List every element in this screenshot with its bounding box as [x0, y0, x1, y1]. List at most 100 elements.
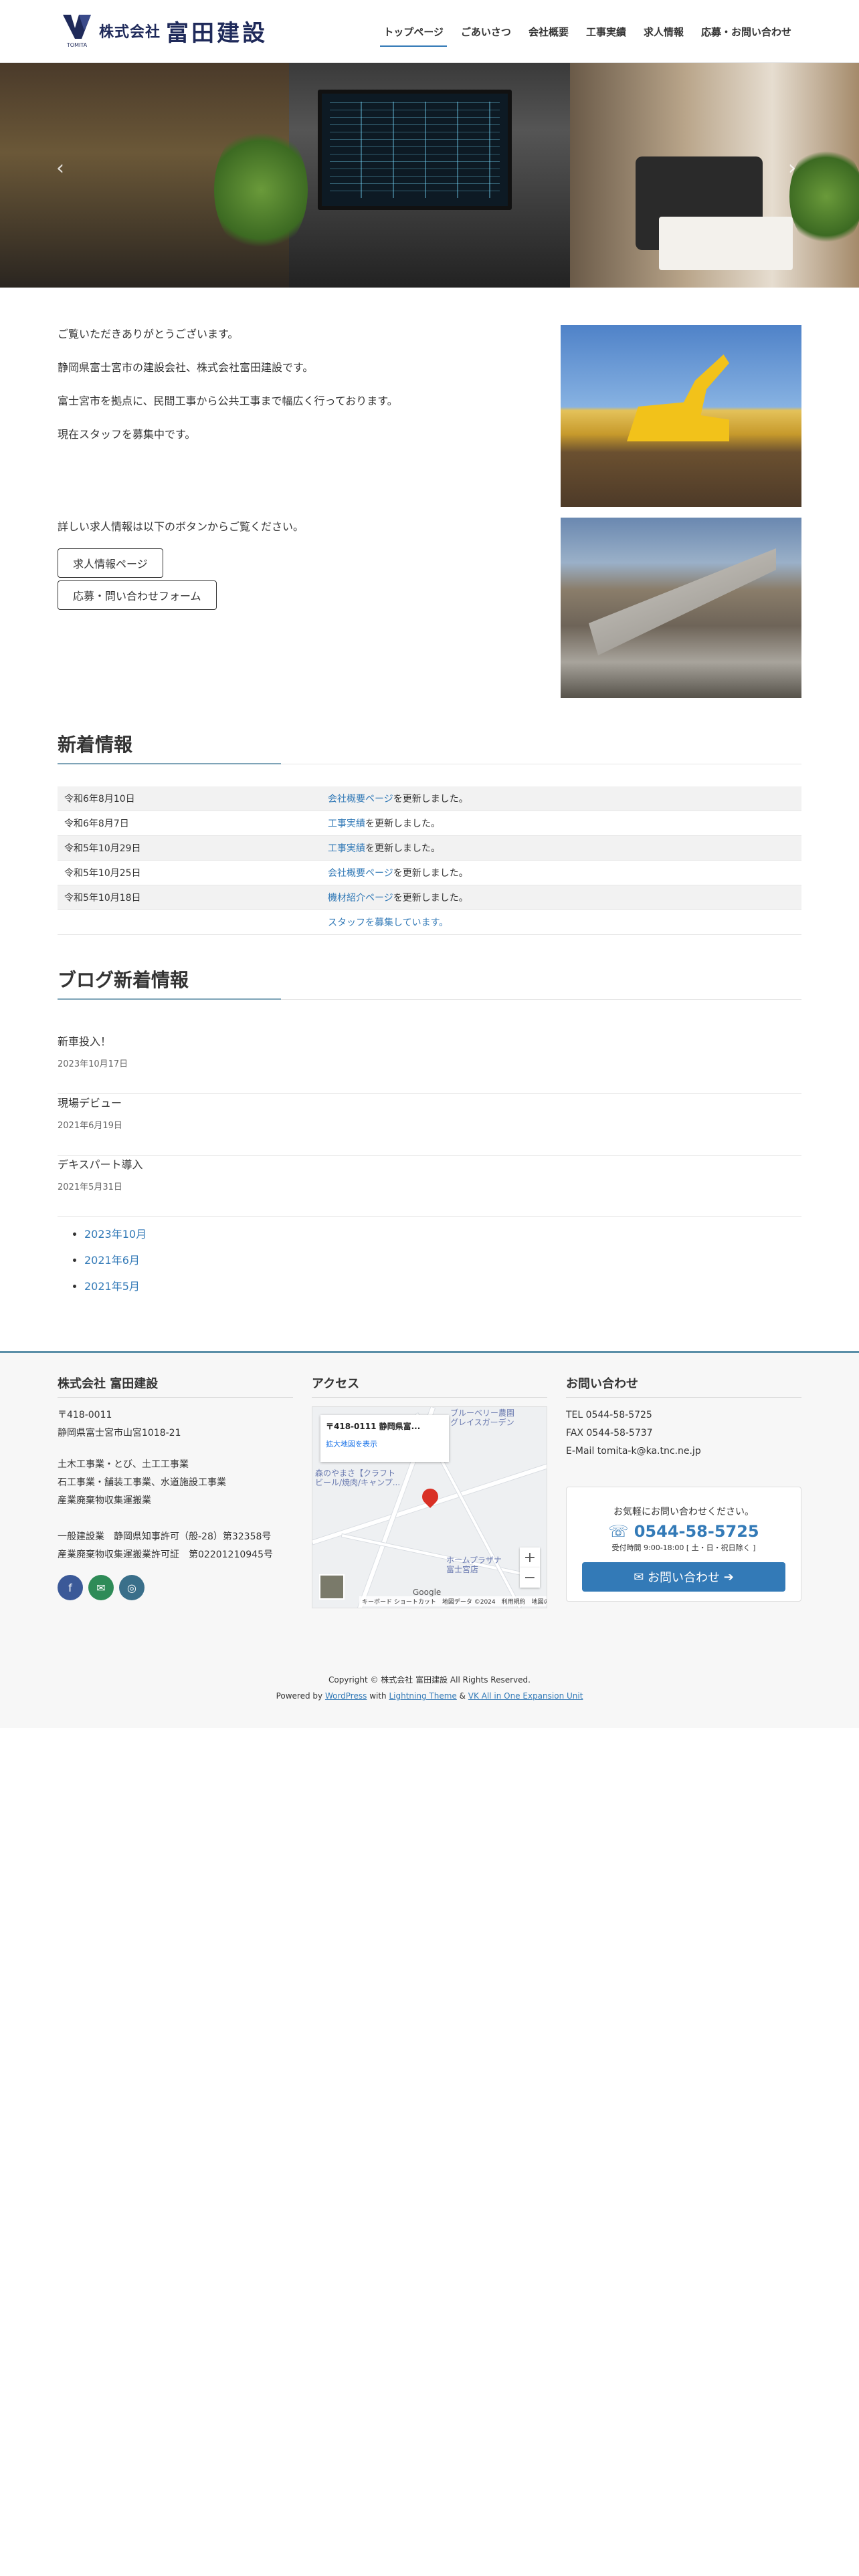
mail-icon[interactable]: ✉ — [88, 1575, 114, 1600]
blog-post-title[interactable]: 新車投入！ — [58, 1033, 111, 1049]
map-google-logo: Google — [413, 1588, 441, 1597]
nav-item-works[interactable]: 工事実績 — [577, 0, 635, 63]
map-place-label: 森のやまさ【クラフト ビール/焼肉/キャンプ... — [315, 1469, 400, 1487]
news-text: を更新しました。 — [393, 893, 468, 903]
zoom-out-icon[interactable]: − — [520, 1568, 540, 1588]
contact-button-label: お問い合わせ — [648, 1568, 720, 1586]
cta-hours: 受付時間 9:00-18:00 [ 土・日・祝日除く ] — [567, 1542, 801, 1553]
contact-cta-box: お気軽にお問い合わせください。 ☏ 0544-58-5725 受付時間 9:00… — [566, 1487, 801, 1602]
map-place-label: ブルーベリー農園 グレイスガーデン — [450, 1408, 514, 1427]
news-date: 令和5年10月25日 — [58, 866, 328, 879]
logo-text-small: 株式会社 — [99, 20, 161, 41]
intro-paragraph: 現在スタッフを募集中です。 — [58, 427, 526, 443]
blog-post-date: 2023年10月17日 — [58, 1057, 128, 1069]
news-link[interactable]: 機材紹介ページ — [328, 893, 393, 903]
news-text: を更新しました。 — [393, 794, 468, 804]
table-image — [659, 217, 793, 270]
blog-archive-list: 2023年10月 2021年6月 2021年5月 — [84, 1221, 147, 1299]
intro-paragraph: 静岡県富士宮市の建設会社、株式会社富田建設です。 — [58, 360, 526, 376]
news-row: 令和6年8月10日 会社概要ページを更新しました。 — [58, 786, 801, 811]
zoom-in-icon[interactable]: + — [520, 1547, 540, 1568]
nav-item-greeting[interactable]: ごあいさつ — [452, 0, 520, 63]
contact-button[interactable]: ✉ お問い合わせ ➔ — [582, 1562, 785, 1592]
phone-icon: ☏ — [608, 1522, 634, 1541]
plant-image — [214, 123, 308, 257]
news-text: を更新しました。 — [365, 843, 440, 854]
nav-item-top[interactable]: トップページ — [375, 0, 452, 63]
intro-paragraph: ご覧いただきありがとうございます。 — [58, 326, 526, 342]
wordpress-link[interactable]: WordPress — [325, 1691, 367, 1701]
news-date: 令和6年8月10日 — [58, 792, 328, 805]
intro-detail: 詳しい求人情報は以下のボタンからご覧ください。 — [58, 519, 304, 535]
footer-business: 土木工事業・とび、土工工事業 石工事業・舗装工事業、水道施設工事業 産業廃棄物収… — [58, 1456, 226, 1510]
news-date: 令和5年10月18日 — [58, 891, 328, 904]
blog-post[interactable]: デキスパート導入 2021年5月31日 — [58, 1156, 801, 1217]
nav-item-recruit[interactable]: 求人情報 — [635, 0, 692, 63]
monitor-image — [318, 90, 512, 210]
nav-item-company[interactable]: 会社概要 — [520, 0, 577, 63]
map-place-label: ホームプラザナ 富士宮店 — [446, 1555, 502, 1574]
arrow-circle-icon: ➔ — [720, 1570, 734, 1584]
contact-form-button[interactable]: 応募・問い合わせフォーム — [58, 580, 217, 610]
site-header: TOMITA 株式会社 富田建設 トップページ ごあいさつ 会社概要 工事実績 … — [0, 0, 859, 63]
news-link[interactable]: スタッフを募集しています。 — [328, 918, 448, 928]
news-link[interactable]: 会社概要ページ — [328, 794, 393, 804]
blog-post[interactable]: 新車投入！ 2023年10月17日 — [58, 1033, 801, 1094]
archive-link[interactable]: 2021年6月 — [84, 1254, 140, 1267]
news-date: 令和5年10月29日 — [58, 841, 328, 855]
footer-access-heading: アクセス — [312, 1374, 547, 1398]
jobs-page-button[interactable]: 求人情報ページ — [58, 548, 163, 578]
news-row: スタッフを募集しています。 — [58, 910, 801, 935]
blog-heading: ブログ新着情報 — [58, 966, 801, 1000]
map-card-title: 〒418-0111 静岡県富... — [326, 1420, 444, 1432]
powered-text: Powered by — [276, 1691, 325, 1701]
footer-contact-heading: お問い合わせ — [566, 1374, 801, 1398]
intro-paragraph: 富士宮市を拠点に、民間工事から公共工事まで幅広く行っております。 — [58, 393, 526, 409]
facebook-icon[interactable]: f — [58, 1575, 83, 1600]
site-footer: 株式会社 富田建設 〒418-0011 静岡県富士宮市山宮1018-21 土木工… — [0, 1351, 859, 1728]
map-attribution: キーボード ショートカット 地図データ ©2024 利用規約 地図の誤りを報告す… — [359, 1596, 547, 1606]
news-link[interactable]: 工事実績 — [328, 819, 365, 829]
archive-item: 2021年6月 — [84, 1247, 147, 1273]
archive-item: 2021年5月 — [84, 1273, 147, 1299]
cta-lead: お気軽にお問い合わせください。 — [567, 1505, 801, 1518]
powered-by: Powered by WordPress with Lightning Them… — [0, 1691, 859, 1701]
vk-link[interactable]: VK All in One Expansion Unit — [468, 1691, 583, 1701]
lightning-link[interactable]: Lightning Theme — [389, 1691, 456, 1701]
instagram-icon[interactable]: ◎ — [119, 1575, 145, 1600]
blog-post-title[interactable]: デキスパート導入 — [58, 1156, 143, 1172]
slider-next-icon[interactable]: › — [788, 156, 796, 180]
copyright: Copyright © 株式会社 富田建設 All Rights Reserve… — [0, 1674, 859, 1685]
archive-link[interactable]: 2023年10月 — [84, 1228, 147, 1241]
news-date: 令和6年8月7日 — [58, 817, 328, 830]
cta-phone-number: 0544-58-5725 — [634, 1522, 759, 1541]
hero-slider[interactable]: ‹ › — [0, 63, 859, 288]
news-text: を更新しました。 — [393, 868, 468, 879]
map-info-card: 〒418-0111 静岡県富... 拡大地図を表示 — [320, 1415, 449, 1462]
news-link[interactable]: 会社概要ページ — [328, 868, 393, 879]
blog-post[interactable]: 現場デビュー 2021年6月19日 — [58, 1094, 801, 1156]
envelope-icon: ✉ — [634, 1570, 648, 1584]
powered-text: with — [367, 1691, 389, 1701]
google-map[interactable]: 〒418-0111 静岡県富... 拡大地図を表示 ブルーベリー農園 グレイスガ… — [312, 1406, 547, 1608]
news-row: 令和5年10月25日 会社概要ページを更新しました。 — [58, 861, 801, 885]
logo-mark-icon: TOMITA — [62, 13, 92, 48]
news-table: 令和6年8月10日 会社概要ページを更新しました。 令和6年8月7日 工事実績を… — [58, 786, 801, 935]
map-enlarge-link[interactable]: 拡大地図を表示 — [326, 1438, 444, 1449]
archive-item: 2023年10月 — [84, 1221, 147, 1247]
map-satellite-toggle[interactable] — [319, 1574, 345, 1600]
blog-post-date: 2021年5月31日 — [58, 1180, 122, 1192]
footer-contact-info: TEL 0544-58-5725 FAX 0544-58-5737 E-Mail… — [566, 1406, 701, 1461]
news-text: を更新しました。 — [365, 819, 440, 829]
logo-text-big: 富田建設 — [166, 15, 268, 47]
slider-prev-icon[interactable]: ‹ — [56, 156, 64, 180]
blog-post-title[interactable]: 現場デビュー — [58, 1094, 122, 1110]
nav-item-contact[interactable]: 応募・お問い合わせ — [692, 0, 800, 63]
footer-company-heading: 株式会社 富田建設 — [58, 1374, 293, 1398]
global-nav: トップページ ごあいさつ 会社概要 工事実績 求人情報 応募・お問い合わせ — [375, 0, 800, 63]
archive-link[interactable]: 2021年5月 — [84, 1280, 140, 1293]
cta-phone[interactable]: ☏ 0544-58-5725 — [567, 1522, 801, 1541]
news-link[interactable]: 工事実績 — [328, 843, 365, 854]
powered-text: & — [457, 1691, 468, 1701]
site-logo[interactable]: TOMITA 株式会社 富田建設 — [62, 13, 268, 48]
